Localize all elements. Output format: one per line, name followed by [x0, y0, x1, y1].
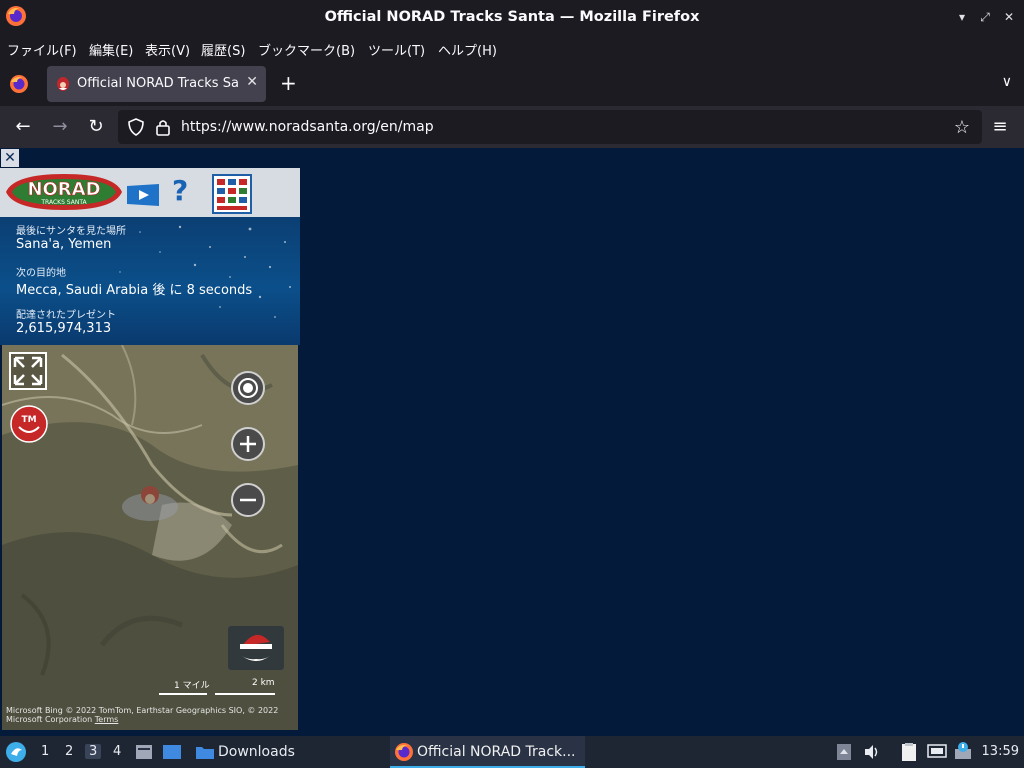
zoom-out-button[interactable] — [231, 483, 265, 517]
presents-label: 配達されたプレゼント — [16, 310, 116, 321]
zoom-in-button[interactable] — [231, 427, 265, 461]
workspace-3[interactable]: 3 — [85, 744, 102, 759]
help-question-icon[interactable]: ? — [172, 174, 188, 207]
task-label: Official NORAD Track... — [417, 744, 576, 760]
locate-santa-button[interactable] — [231, 371, 265, 405]
tab-close-icon[interactable]: ✕ — [246, 74, 258, 90]
clock: 13:59 — [981, 744, 1019, 759]
clipboard-tray-icon[interactable] — [836, 743, 852, 761]
page-content: ✕ NORAD TRACKS SANTA ? 最後にサンタを見た場所 Sana'… — [0, 148, 1024, 736]
firefox-task-icon — [395, 743, 413, 761]
menu-view[interactable]: 表示(V) — [145, 40, 190, 59]
workspace-1[interactable]: 1 — [41, 744, 49, 759]
tab-active[interactable]: Official NORAD Tracks Santa ✕ — [47, 66, 266, 102]
notes-tray-icon[interactable] — [899, 742, 919, 762]
panel-header: NORAD TRACKS SANTA ? — [0, 168, 300, 217]
map-attribution: Microsoft Bing © 2022 TomTom, Earthstar … — [6, 706, 296, 724]
svg-text:TRACKS SANTA: TRACKS SANTA — [40, 199, 87, 206]
santa-hat-icon — [240, 634, 272, 661]
video-play-icon[interactable] — [126, 183, 160, 207]
close-window-button[interactable]: ✕ — [1001, 9, 1017, 25]
minus-icon — [240, 498, 256, 502]
updates-notification-icon[interactable] — [953, 741, 973, 761]
file-manager-icon[interactable] — [134, 742, 154, 762]
system-taskbar: 1 2 3 4 Downloads Official NORAD Track..… — [0, 736, 1024, 768]
menu-file[interactable]: ファイル(F) — [7, 40, 77, 59]
network-icon[interactable] — [927, 743, 947, 761]
norad-tracks-santa-logo[interactable]: NORAD TRACKS SANTA — [4, 170, 124, 214]
firefox-view-icon[interactable] — [9, 74, 29, 94]
app-menu-icon[interactable] — [5, 741, 27, 763]
workspace-4[interactable]: 4 — [113, 744, 121, 759]
terms-link[interactable]: Terms — [95, 715, 119, 724]
maximize-button[interactable]: ⤢ — [977, 9, 993, 25]
workspace-2[interactable]: 2 — [65, 744, 73, 759]
menu-edit[interactable]: 編集(E) — [89, 40, 133, 59]
list-all-tabs-chevron-icon[interactable]: ∨ — [1002, 74, 1012, 90]
menu-bookmarks[interactable]: ブックマーク(B) — [258, 40, 355, 59]
url-bar[interactable]: https://www.noradsanta.org/en/map ☆ — [118, 110, 982, 144]
santa-cam-button[interactable] — [228, 626, 284, 670]
fullscreen-expand-icon[interactable] — [9, 352, 47, 390]
url-text[interactable]: https://www.noradsanta.org/en/map — [181, 119, 434, 135]
menu-bar: ファイル(F) 編集(E) 表示(V) 履歴(S) ブックマーク(B) ツール(… — [0, 34, 1024, 62]
new-tab-button[interactable]: + — [280, 72, 297, 94]
tab-title: Official NORAD Tracks Santa — [77, 76, 239, 91]
svg-text:NORAD: NORAD — [27, 179, 100, 200]
tracking-protection-shield-icon[interactable] — [127, 118, 145, 136]
lock-icon[interactable] — [155, 118, 171, 136]
tracker-panel: NORAD TRACKS SANTA ? 最後にサンタを見た場所 Sana'a,… — [0, 168, 300, 730]
satellite-map[interactable]: TM 1 マイル 2 km Microsoft Bing © 2022 TomT… — [2, 345, 298, 730]
last-seen-value: Sana'a, Yemen — [16, 237, 112, 252]
next-stop-label: 次の目的地 — [16, 268, 66, 279]
menu-history[interactable]: 履歴(S) — [201, 40, 245, 59]
scale-miles-label: 1 マイル — [174, 681, 210, 691]
last-seen-label: 最後にサンタを見た場所 — [16, 226, 126, 237]
volume-icon[interactable] — [863, 743, 881, 761]
navigation-toolbar: ← → ↻ https://www.noradsanta.org/en/map … — [0, 106, 1024, 148]
expand-arrows-icon — [13, 356, 43, 386]
advent-calendar-icon[interactable] — [212, 174, 252, 214]
target-icon — [238, 378, 258, 398]
svg-text:TM: TM — [21, 415, 36, 425]
santa-stats: 最後にサンタを見た場所 Sana'a, Yemen 次の目的地 Mecca, S… — [0, 217, 300, 345]
santa-favicon-icon — [57, 77, 69, 91]
minimize-button[interactable]: ▾ — [954, 9, 970, 25]
tracking-mode-badge-icon[interactable]: TM — [10, 405, 48, 443]
desktop-icon[interactable] — [162, 742, 182, 762]
presents-value: 2,615,974,313 — [16, 321, 112, 336]
menu-tools[interactable]: ツール(T) — [368, 40, 425, 59]
folder-icon[interactable] — [195, 742, 215, 762]
window-title: Official NORAD Tracks Santa — Mozilla Fi… — [324, 9, 700, 25]
hamburger-menu-icon[interactable]: ≡ — [988, 115, 1012, 139]
bing-logo: Microsoft Bing — [6, 706, 63, 715]
back-arrow-icon[interactable]: ← — [11, 115, 35, 139]
bookmark-star-icon[interactable]: ☆ — [954, 117, 970, 138]
santa-sleigh-marker-icon[interactable] — [120, 477, 180, 523]
close-panel-button[interactable]: ✕ — [1, 149, 19, 167]
tab-bar: Official NORAD Tracks Santa ✕ + ∨ — [0, 62, 1024, 106]
forward-arrow-icon[interactable]: → — [48, 115, 72, 139]
scale-km-label: 2 km — [252, 678, 275, 688]
reload-icon[interactable]: ↻ — [84, 115, 108, 139]
menu-help[interactable]: ヘルプ(H) — [438, 40, 497, 59]
downloads-folder-label[interactable]: Downloads — [218, 744, 295, 760]
plus-icon — [240, 436, 256, 452]
next-stop-value: Mecca, Saudi Arabia 後 に 8 seconds — [16, 283, 253, 298]
window-title-bar: Official NORAD Tracks Santa — Mozilla Fi… — [0, 0, 1024, 34]
taskbar-firefox-window[interactable]: Official NORAD Track... — [390, 736, 585, 768]
